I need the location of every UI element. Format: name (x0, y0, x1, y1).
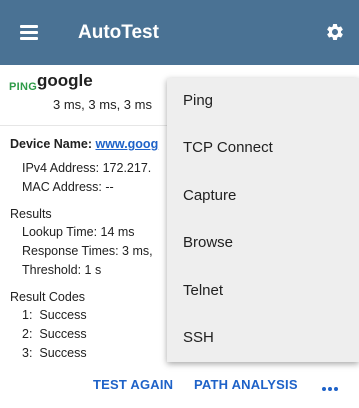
result-code-item: 2: Success (22, 327, 87, 341)
app-bar: AutoTest (0, 0, 359, 65)
results-heading: Results (10, 207, 52, 221)
menu-item-label: Capture (183, 187, 237, 204)
hamburger-menu-icon[interactable] (20, 25, 38, 40)
test-type-menu: Ping TCP Connect Capture Browse Telnet S… (167, 78, 359, 362)
menu-item-label: Ping (183, 92, 214, 109)
result-code-item: 1: Success (22, 308, 87, 322)
mac-address: MAC Address: -- (22, 180, 114, 194)
path-analysis-button[interactable]: PATH ANALYSIS (194, 377, 298, 392)
menu-item-label: Telnet (183, 282, 224, 299)
ping-times: 3 ms, 3 ms, 3 ms (53, 97, 152, 112)
response-times: Response Times: 3 ms, (22, 244, 153, 258)
app-title: AutoTest (78, 22, 159, 43)
menu-item-ping[interactable]: Ping (167, 78, 359, 125)
test-target[interactable]: google (37, 71, 93, 91)
menu-item-tcp-connect[interactable]: TCP Connect (167, 125, 359, 172)
bottom-action-bar (0, 372, 359, 408)
result-codes-heading: Result Codes (10, 290, 86, 304)
device-name-row: Device Name: www.goog (10, 137, 158, 151)
gear-icon[interactable] (325, 22, 345, 42)
menu-item-telnet[interactable]: Telnet (167, 268, 359, 315)
threshold: Threshold: 1 s (22, 263, 102, 277)
menu-item-browse[interactable]: Browse (167, 220, 359, 267)
device-name-label: Device Name: (10, 137, 92, 151)
menu-item-label: Browse (183, 234, 234, 251)
menu-item-ssh[interactable]: SSH (167, 315, 359, 362)
menu-item-capture[interactable]: Capture (167, 173, 359, 220)
ipv4-address: IPv4 Address: 172.217. (22, 161, 152, 175)
test-again-button[interactable]: TEST AGAIN (93, 377, 173, 392)
test-type-tag: PING (9, 81, 38, 93)
menu-item-label: TCP Connect (183, 139, 273, 156)
device-name-link[interactable]: www.goog (95, 137, 158, 151)
lookup-time: Lookup Time: 14 ms (22, 225, 135, 239)
result-code-item: 3: Success (22, 346, 87, 360)
menu-item-label: SSH (183, 329, 214, 346)
more-options-button[interactable] (316, 372, 344, 402)
